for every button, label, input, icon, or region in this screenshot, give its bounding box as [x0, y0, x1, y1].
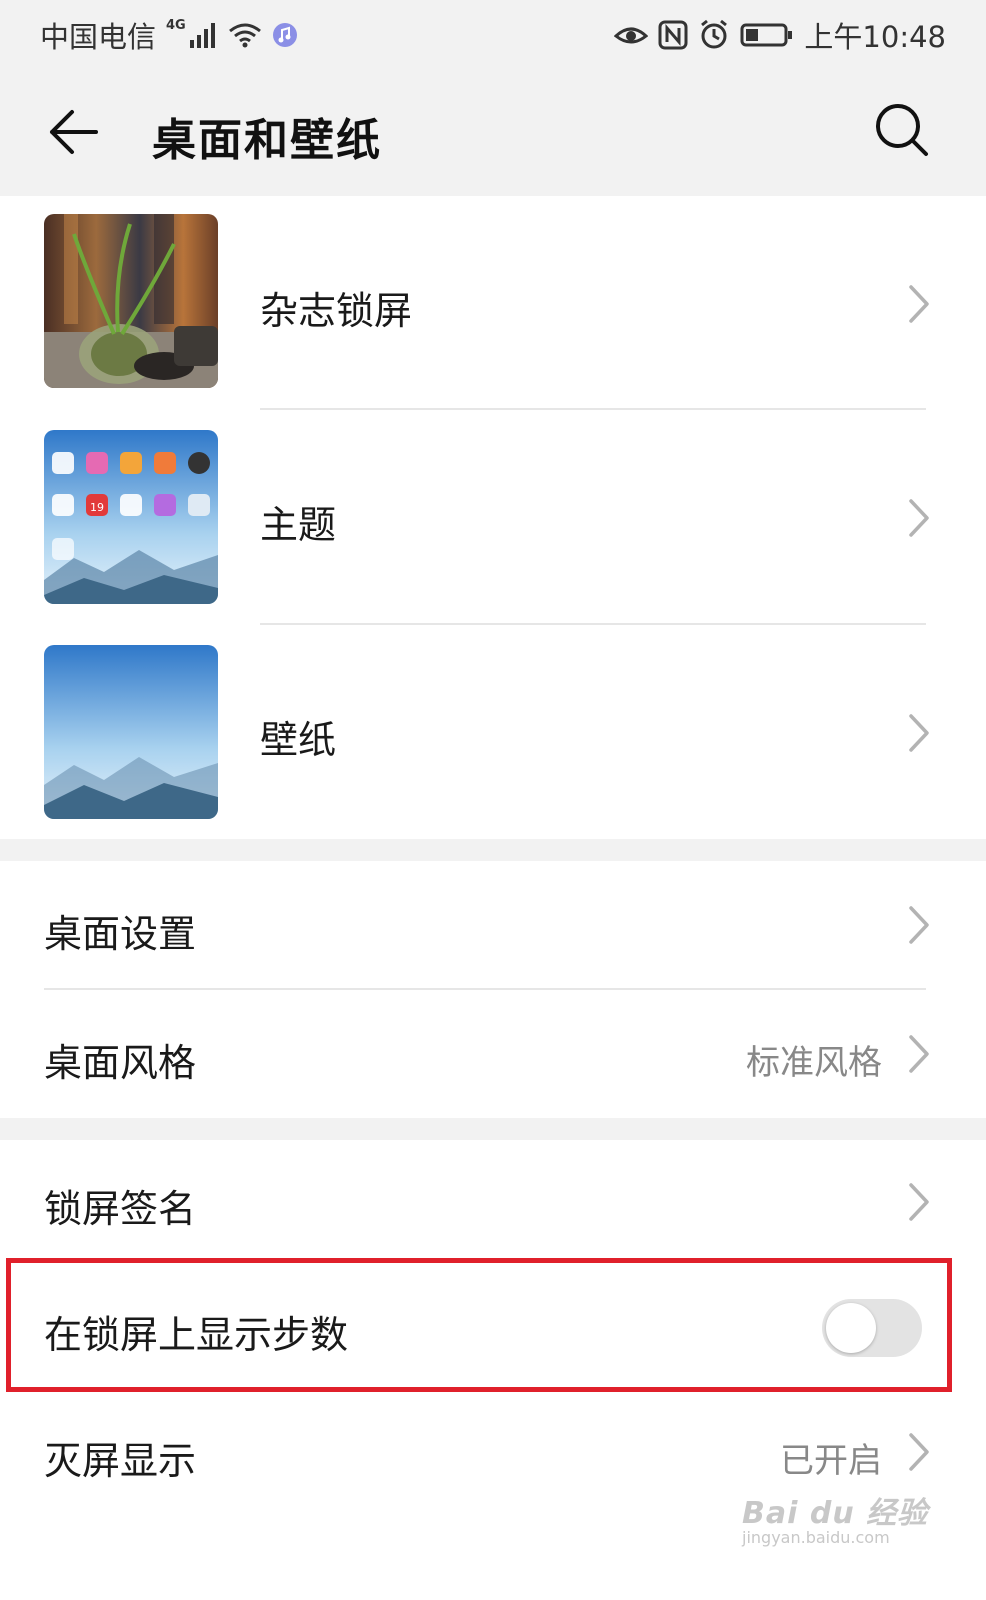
baidu-watermark: Bai du 经验 jingyan.baidu.com — [742, 1488, 932, 1548]
eye-comfort-icon — [614, 27, 649, 44]
desktop-settings-label: 桌面设置 — [44, 912, 197, 956]
chevron-right-icon — [909, 285, 929, 323]
network-type: 4G — [166, 17, 186, 33]
aod-value: 已开启 — [780, 1441, 882, 1481]
status-bar: 中国电信 4G 上午10:48 — [0, 0, 986, 70]
magazine-lock-label: 杂志锁屏 — [260, 289, 413, 333]
search-icon — [876, 104, 928, 156]
battery-icon — [740, 23, 793, 47]
back-arrow-icon — [50, 110, 98, 154]
chevron-right-icon — [909, 1433, 929, 1471]
music-app-icon — [272, 23, 297, 47]
mountain-sky-image — [44, 645, 218, 819]
chevron-right-icon — [909, 714, 929, 752]
status-right: 上午10:48 — [614, 14, 946, 56]
theme-preview-image: 19 — [44, 430, 218, 604]
clock-label: 上午10:48 — [804, 20, 946, 54]
desktop-style-label: 桌面风格 — [44, 1041, 197, 1085]
theme-label: 主题 — [260, 503, 337, 547]
lock-signature-label: 锁屏签名 — [44, 1187, 197, 1231]
desktop-style-row[interactable]: 桌面风格 标准风格 — [0, 990, 986, 1118]
carrier-label: 中国电信 — [40, 20, 157, 54]
watermark-brand: Bai du 经验 — [742, 1496, 929, 1531]
back-button[interactable] — [42, 100, 106, 164]
status-left: 中国电信 4G — [40, 14, 298, 56]
chevron-right-icon — [909, 499, 929, 537]
desktop-settings-row[interactable]: 桌面设置 — [0, 861, 986, 989]
chevron-right-icon — [909, 1035, 929, 1073]
aod-label: 灭屏显示 — [44, 1439, 197, 1483]
section-gap — [0, 1118, 986, 1140]
calendar-date-text: 19 — [90, 501, 104, 514]
section-gap — [0, 839, 986, 861]
desktop-style-value: 标准风格 — [746, 1043, 882, 1083]
still-life-image — [44, 214, 218, 388]
magazine-lock-row[interactable]: 杂志锁屏 — [0, 196, 986, 410]
highlight-box — [6, 1258, 952, 1392]
page-title: 桌面和壁纸 — [152, 115, 382, 166]
wallpaper-row[interactable]: 壁纸 — [0, 625, 986, 839]
chevron-right-icon — [909, 906, 929, 944]
top-app-bar: 桌面和壁纸 — [0, 70, 986, 196]
wallpaper-label: 壁纸 — [260, 718, 337, 762]
alarm-icon — [701, 19, 728, 49]
theme-row[interactable]: 19 主题 — [0, 410, 986, 624]
nfc-icon — [658, 20, 688, 50]
lock-signature-row[interactable]: 锁屏签名 — [0, 1140, 986, 1262]
chevron-right-icon — [909, 1183, 929, 1221]
magazine-lock-thumbnail — [44, 214, 218, 388]
theme-thumbnail: 19 — [44, 430, 218, 604]
wallpaper-thumbnail — [44, 645, 218, 819]
search-button[interactable] — [870, 98, 934, 162]
signal-icon — [189, 23, 215, 48]
wifi-icon — [228, 23, 261, 48]
